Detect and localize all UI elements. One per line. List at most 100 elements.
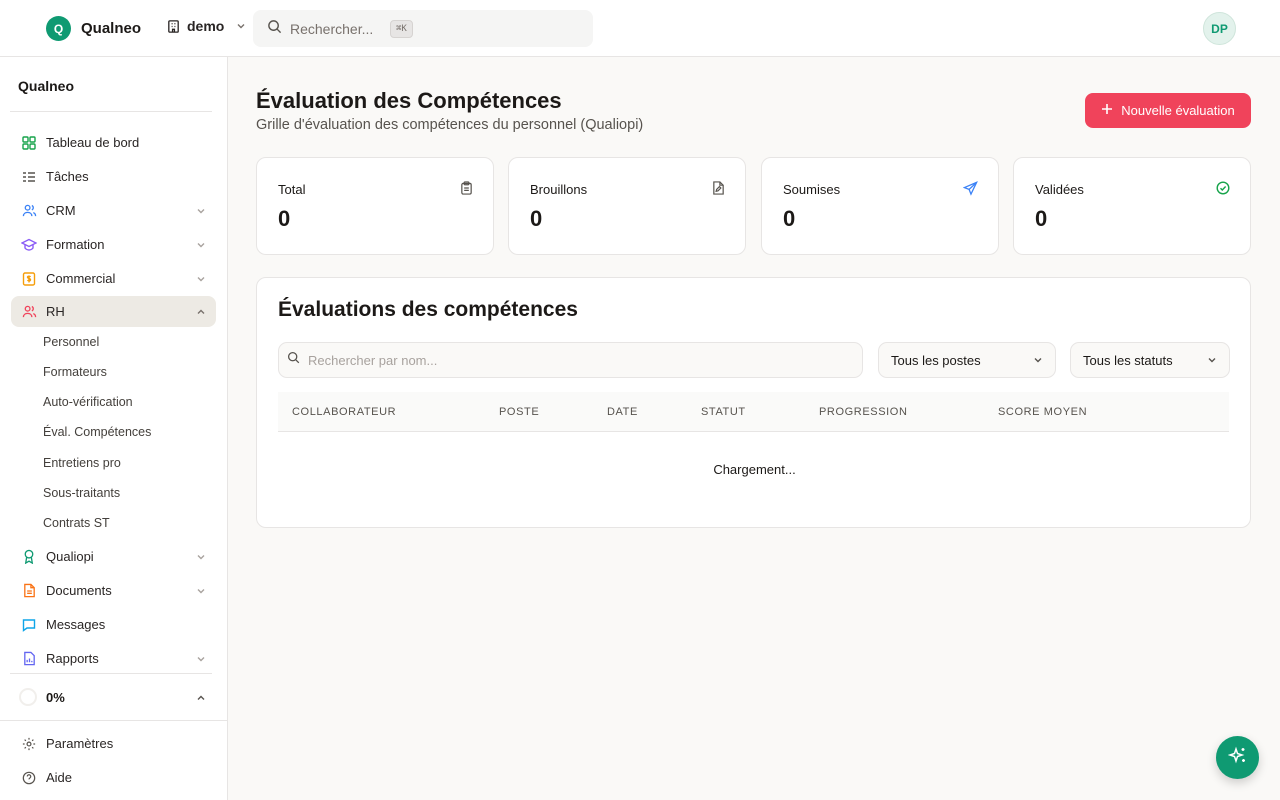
evaluation-search-input[interactable] (308, 352, 828, 368)
progress-ring (19, 688, 37, 706)
sidebar-item-label: Paramètres (46, 736, 114, 751)
chevron-down-icon (196, 550, 206, 565)
sidebar-item-formation[interactable]: Formation (11, 229, 216, 260)
stat-label: Brouillons (530, 182, 588, 197)
sidebar-item-label: Messages (46, 617, 106, 632)
sidebar-item-rapports[interactable]: Rapports (11, 643, 216, 674)
filter-poste-value: Tous les postes (891, 352, 981, 368)
brand-logo: Q (46, 16, 71, 41)
sidebar: Qualneo Tableau de bord Tâches CRM Forma… (0, 57, 228, 800)
graduation-cap-icon (21, 237, 37, 253)
sidebar-subitem-contrats-st[interactable]: Contrats ST (43, 516, 110, 530)
onboarding-progress[interactable]: 0% (11, 682, 216, 712)
users-icon (21, 203, 37, 219)
chevron-down-icon (196, 204, 206, 219)
message-icon (21, 617, 37, 633)
column-header-score-moyen[interactable]: SCORE MOYEN (998, 406, 1087, 418)
sidebar-subitem-formateurs[interactable]: Formateurs (43, 365, 107, 379)
brand[interactable]: Q Qualneo (46, 16, 141, 41)
sidebar-item-messages[interactable]: Messages (11, 609, 216, 640)
sidebar-subitem-auto-verification[interactable]: Auto-vérification (43, 395, 133, 409)
avatar[interactable]: DP (1203, 12, 1236, 45)
stat-label: Validées (1035, 182, 1084, 197)
new-evaluation-label: Nouvelle évaluation (1121, 103, 1235, 118)
ai-assistant-button[interactable] (1216, 736, 1259, 779)
sidebar-item-label: Aide (46, 770, 73, 785)
chevron-down-icon (196, 652, 206, 667)
sidebar-subitem-entretiens-pro[interactable]: Entretiens pro (43, 456, 121, 470)
award-icon (21, 549, 37, 565)
stat-label: Soumises (783, 182, 841, 197)
sidebar-item-label: Tableau de bord (46, 135, 140, 150)
sidebar-item-label: RH (46, 304, 65, 319)
stat-label: Total (278, 182, 306, 197)
sidebar-item-commercial[interactable]: Commercial (11, 263, 216, 294)
evaluation-search[interactable] (278, 342, 863, 378)
chevron-up-icon (196, 691, 206, 706)
page-subtitle: Grille d'évaluation des compétences du p… (256, 117, 644, 133)
sidebar-item-aide[interactable]: Aide (11, 762, 216, 793)
top-bar: Q Qualneo demo ⌘K DP (0, 0, 1280, 57)
sidebar-subitem-sous-traitants[interactable]: Sous-traitants (43, 486, 120, 500)
sidebar-divider (10, 673, 212, 674)
global-search[interactable]: ⌘K (253, 10, 593, 47)
chevron-down-icon (1033, 353, 1043, 368)
page-title: Évaluation des Compétences (256, 88, 562, 113)
sidebar-item-documents[interactable]: Documents (11, 575, 216, 606)
workspace-name: demo (187, 18, 225, 34)
workspace-switcher[interactable]: demo (166, 18, 246, 34)
sidebar-item-taches[interactable]: Tâches (11, 161, 216, 192)
evaluations-panel: Évaluations des compétences Tous les pos… (256, 277, 1251, 528)
tasks-icon (21, 169, 37, 185)
column-header-collaborateur[interactable]: COLLABORATEUR (292, 406, 396, 418)
sidebar-item-dashboard[interactable]: Tableau de bord (11, 127, 216, 158)
sidebar-item-crm[interactable]: CRM (11, 195, 216, 226)
sidebar-item-label: Tâches (46, 169, 89, 184)
loading-text: Chargement... (713, 462, 796, 477)
stat-card-soumises: Soumises 0 (761, 157, 999, 255)
sidebar-divider (0, 720, 228, 721)
building-icon (166, 19, 181, 34)
column-header-poste[interactable]: POSTE (499, 406, 539, 418)
sidebar-item-parametres[interactable]: Paramètres (11, 728, 216, 759)
stat-card-validees: Validées 0 (1013, 157, 1251, 255)
sidebar-item-qualiopi[interactable]: Qualiopi (11, 541, 216, 572)
clipboard-icon (460, 181, 473, 200)
sidebar-item-label: Qualiopi (46, 549, 94, 564)
gear-icon (21, 736, 37, 752)
file-edit-icon (712, 181, 725, 200)
filter-statut-select[interactable]: Tous les statuts (1070, 342, 1230, 378)
progress-value: 0% (46, 689, 65, 705)
column-header-date[interactable]: DATE (607, 406, 638, 418)
sidebar-item-label: Documents (46, 583, 112, 598)
file-icon (21, 583, 37, 599)
column-header-progression[interactable]: PROGRESSION (819, 406, 908, 418)
chevron-up-icon (196, 305, 206, 320)
dollar-icon (21, 271, 37, 287)
column-header-statut[interactable]: STATUT (701, 406, 746, 418)
sidebar-item-label: CRM (46, 203, 76, 218)
send-icon (962, 181, 978, 201)
table-header: COLLABORATEUR POSTE DATE STATUT PROGRESS… (278, 392, 1229, 432)
search-icon (267, 19, 282, 39)
sidebar-item-label: Rapports (46, 651, 99, 666)
stat-value: 0 (783, 206, 796, 231)
new-evaluation-button[interactable]: Nouvelle évaluation (1085, 93, 1251, 128)
global-search-input[interactable] (290, 20, 382, 37)
stat-value: 0 (278, 206, 291, 231)
filter-poste-select[interactable]: Tous les postes (878, 342, 1056, 378)
check-circle-icon (1216, 181, 1230, 200)
sparkles-icon (1227, 746, 1248, 769)
sidebar-subitem-personnel[interactable]: Personnel (43, 335, 99, 349)
plus-icon (1101, 103, 1113, 118)
sidebar-subitem-eval-competences[interactable]: Éval. Compétences (43, 425, 151, 439)
users-icon (21, 304, 37, 320)
dashboard-icon (21, 135, 37, 151)
chevron-down-icon (196, 272, 206, 287)
brand-name: Qualneo (81, 20, 142, 37)
sidebar-item-rh[interactable]: RH (11, 296, 216, 327)
sidebar-divider (10, 111, 212, 112)
stat-value: 0 (530, 206, 543, 231)
stat-card-total: Total 0 (256, 157, 494, 255)
sidebar-title: Qualneo (18, 78, 75, 94)
